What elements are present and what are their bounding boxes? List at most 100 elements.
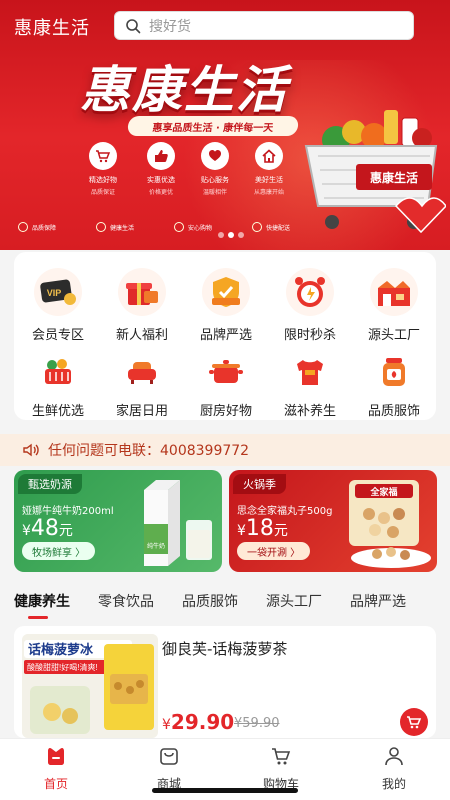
- carousel-dot[interactable]: [238, 232, 244, 238]
- cart-icon: [407, 716, 422, 729]
- tab-active-indicator: [28, 616, 48, 619]
- strip-item: 快捷配送: [252, 222, 290, 232]
- leaf-icon: [96, 222, 106, 232]
- product-image-subtitle: 酸酸甜甜!好喝!清爽!: [27, 662, 98, 672]
- promo-card-milk[interactable]: 甄选奶源 娅娜牛纯牛奶200ml ¥48元 牧场鲜享 〉 纯牛奶: [14, 470, 222, 572]
- price-currency: ¥: [237, 523, 246, 539]
- search-icon: [126, 18, 141, 33]
- nav-shop[interactable]: 商城: [139, 745, 199, 792]
- feature-sub: 从惠康开始: [253, 189, 284, 196]
- product-illustration: 话梅菠萝冰 酸酸甜甜!好喝!清爽!: [22, 634, 158, 738]
- banner-title: 惠康生活: [80, 61, 288, 119]
- feature-sub: 温暖相伴: [202, 189, 227, 196]
- cart-icon: [272, 748, 291, 765]
- tab-brand[interactable]: 品牌严选: [350, 591, 406, 611]
- hero-banner[interactable]: 惠康生活 搜好货 惠康生活 惠享品质生活 · 康伴每一天 精选好物 品质保证 实…: [0, 0, 450, 250]
- menu-label: 品质服饰: [367, 404, 420, 419]
- tab-health[interactable]: 健康养生: [14, 591, 70, 611]
- menu-item-home[interactable]: 家居日用: [102, 352, 182, 419]
- menu-label: 厨房好物: [199, 404, 252, 419]
- banner-feature: 精选好物 品质保证: [80, 142, 126, 196]
- cart-icon: [89, 142, 117, 170]
- menu-item-brand[interactable]: 品牌严选: [186, 268, 266, 343]
- smile-icon: [174, 222, 184, 232]
- product-image-title: 话梅菠萝冰: [28, 642, 94, 657]
- product-image: 话梅菠萝冰 酸酸甜甜!好喝!清爽!: [22, 634, 158, 738]
- menu-item-flash-sale[interactable]: 限时秒杀: [270, 268, 350, 343]
- menu-label: 家居日用: [115, 404, 168, 419]
- nav-home[interactable]: 首页: [26, 745, 86, 792]
- menu-label: 会员专区: [31, 328, 84, 343]
- menu-item-apparel[interactable]: 品质服饰: [354, 352, 434, 419]
- price-currency: ¥: [162, 717, 171, 733]
- strip-text: 健康生活: [110, 224, 135, 232]
- carousel-dot[interactable]: [218, 232, 224, 238]
- menu-label: 生鲜优选: [31, 404, 84, 419]
- home-icon: [48, 747, 64, 765]
- promo-desc: 娅娜牛纯牛奶200ml: [22, 506, 114, 517]
- notice-bar[interactable]: 任何问题可电联：4008399772: [0, 434, 450, 466]
- shirt-icon: [290, 352, 330, 392]
- product-price: ¥29.90: [162, 710, 234, 734]
- fruit-basket-icon: [38, 352, 78, 392]
- tab-snacks[interactable]: 零食饮品: [98, 591, 154, 611]
- banner-feature: 贴心服务 温暖相伴: [192, 142, 238, 196]
- promo-button[interactable]: 牧场鲜享 〉: [22, 542, 96, 560]
- carousel-dot-active[interactable]: [228, 232, 234, 238]
- price-value: 29.90: [170, 710, 235, 734]
- menu-label: 滋补养生: [283, 404, 336, 419]
- menu-item-newcomer[interactable]: 新人福利: [102, 268, 182, 343]
- milk-box-image: 纯牛奶: [144, 480, 212, 566]
- brand-badge-icon: [202, 268, 250, 316]
- category-tabs: 健康养生 零食饮品 品质服饰 源头工厂 品牌严选: [0, 586, 450, 616]
- menu-item-factory[interactable]: 源头工厂: [354, 268, 434, 343]
- promo-tag: 火锅季: [233, 474, 286, 494]
- add-to-cart-button[interactable]: [400, 708, 428, 736]
- milk-box-label: 纯牛奶: [147, 542, 165, 550]
- meatball-pack-image: 全家福: [349, 480, 431, 568]
- menu-item-wellness[interactable]: 滋补养生: [270, 352, 350, 419]
- product-name: 御良芙-话梅菠萝茶: [162, 640, 288, 658]
- tab-factory[interactable]: 源头工厂: [266, 591, 322, 611]
- app-name: 惠康生活: [14, 18, 90, 39]
- price-currency: ¥: [22, 523, 31, 539]
- strip-item: 品质保障: [18, 222, 56, 232]
- carousel-dots[interactable]: [218, 232, 244, 238]
- truck-icon: [252, 222, 262, 232]
- menu-item-kitchen[interactable]: 厨房好物: [186, 352, 266, 419]
- tab-apparel[interactable]: 品质服饰: [182, 591, 238, 611]
- nav-profile[interactable]: 我的: [364, 745, 424, 792]
- feature-sub: 品质保证: [90, 189, 115, 196]
- promo-price: ¥48元: [22, 516, 73, 541]
- product-old-price: ¥59.90: [234, 716, 280, 731]
- search-placeholder: 搜好货: [149, 18, 191, 35]
- promo-button[interactable]: 一袋开涮 〉: [237, 542, 311, 560]
- search-bar[interactable]: 搜好货: [114, 11, 414, 40]
- feature-sub: 价格更优: [148, 189, 173, 196]
- menu-item-fresh[interactable]: 生鲜优选: [18, 352, 98, 419]
- shop-bag-icon: [160, 748, 178, 765]
- price-unit: 元: [273, 523, 288, 539]
- banner-feature: 美好生活 从惠康开始: [246, 142, 292, 196]
- gift-box-icon: [118, 268, 166, 316]
- price-value: 48: [30, 516, 59, 541]
- banner-slogan: 惠享品质生活 · 康伴每一天: [126, 116, 300, 136]
- user-icon: [385, 747, 403, 766]
- promo-tag: 甄选奶源: [18, 474, 82, 494]
- menu-item-vip[interactable]: VIP 会员专区: [18, 268, 98, 343]
- strip-text: 安心购物: [188, 224, 213, 232]
- promo-desc: 思念全家福丸子500g: [237, 506, 333, 517]
- product-card[interactable]: 话梅菠萝冰 酸酸甜甜!好喝!清爽! 御良芙-话梅菠萝茶 ¥29.90 ¥59.9…: [14, 626, 436, 738]
- nav-cart[interactable]: 购物车: [251, 745, 311, 792]
- menu-label: 源头工厂: [367, 328, 420, 343]
- strip-text: 快捷配送: [266, 224, 291, 232]
- speaker-icon: [23, 443, 39, 457]
- shopping-cart-illustration: 惠康生活: [304, 110, 446, 234]
- feature-title: 精选好物: [89, 176, 117, 184]
- strip-text: 品质保障: [32, 224, 57, 232]
- pack-label: 全家福: [369, 486, 397, 497]
- home-indicator[interactable]: [152, 788, 298, 793]
- promo-card-hotpot[interactable]: 火锅季 思念全家福丸子500g ¥18元 一袋开涮 〉 全家福: [229, 470, 437, 572]
- menu-label: 限时秒杀: [283, 328, 336, 343]
- feature-title: 贴心服务: [201, 176, 229, 184]
